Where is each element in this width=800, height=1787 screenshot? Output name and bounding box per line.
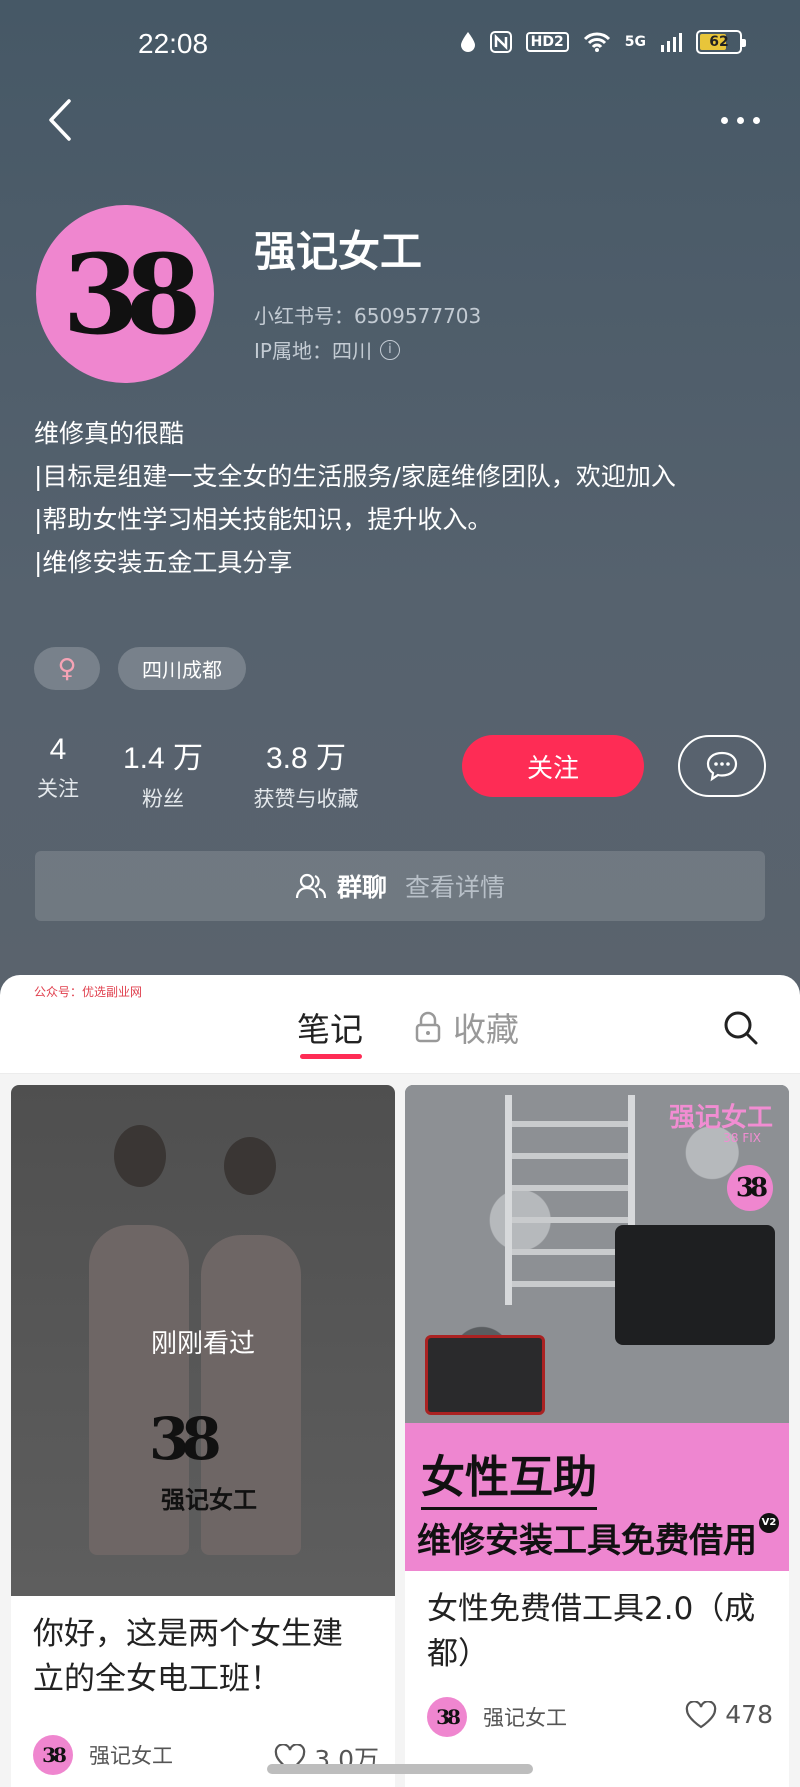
- version-badge: V2: [759, 1513, 779, 1533]
- stat-label: 关注: [37, 777, 79, 801]
- cover-banner: 女性互助 维修安装工具免费借用 V2: [405, 1423, 789, 1571]
- tab-notes[interactable]: 笔记: [297, 1003, 363, 1051]
- status-time: 22:08: [138, 28, 209, 59]
- tab-favorites-label: 收藏: [453, 1010, 519, 1049]
- ip-location: IP属地：四川 i: [254, 335, 400, 364]
- chat-bubble-icon: [706, 751, 738, 782]
- nfc-icon: [489, 31, 512, 53]
- note-card[interactable]: 强记女工 38 FIX 38 女性互助 维修安装工具免费借用 V2 女性免费借工具…: [405, 1085, 789, 1787]
- banner-subheadline-text: 维修安装工具免费借用: [417, 1521, 757, 1561]
- search-icon: [724, 1011, 758, 1045]
- cover-logo: 38: [149, 1405, 222, 1473]
- wifi-icon: [583, 32, 610, 52]
- search-button[interactable]: [718, 1005, 764, 1051]
- battery-level: 62: [709, 34, 729, 50]
- stat-value: 1.4 万: [122, 742, 204, 775]
- cover-brand-subtext: 38 FIX: [723, 1131, 761, 1145]
- dot-icon: [752, 116, 760, 124]
- bio-line: |帮助女性学习相关技能知识，提升收入。: [34, 505, 493, 534]
- group-chat-detail-link[interactable]: 查看详情: [405, 868, 505, 904]
- cover-logo-text: 强记女工: [161, 1486, 257, 1514]
- message-button[interactable]: [678, 735, 766, 797]
- group-chat-label: 群聊: [336, 873, 387, 902]
- note-likes[interactable]: 478: [685, 1700, 773, 1729]
- author-name: 强记女工: [89, 1744, 173, 1768]
- profile-name: 强记女工: [254, 227, 423, 276]
- group-users-icon: [295, 873, 327, 899]
- note-title[interactable]: 你好，这是两个女生建立的全女电工班！: [33, 1612, 373, 1702]
- stat-followers[interactable]: 1.4 万 粉丝: [117, 733, 209, 813]
- dot-icon: [736, 116, 744, 124]
- stat-label: 获赞与收藏: [253, 787, 359, 811]
- status-bar: 22:08 HD2 5G 62: [0, 0, 800, 90]
- note-card[interactable]: 38 强记女工 刚刚看过 你好，这是两个女生建立的全女电工班！ 38 强记女工 …: [11, 1085, 395, 1787]
- info-icon[interactable]: i: [379, 339, 400, 360]
- note-cover-image[interactable]: 38 强记女工 刚刚看过: [11, 1085, 395, 1596]
- ip-location-text: IP属地：四川: [254, 339, 372, 363]
- stat-label: 粉丝: [142, 787, 184, 811]
- note-author[interactable]: 38 强记女工: [427, 1697, 567, 1737]
- stat-following[interactable]: 4 关注: [34, 733, 82, 803]
- banner-subheadline: 维修安装工具免费借用 V2: [417, 1513, 779, 1562]
- tab-favorites[interactable]: 收藏: [415, 1003, 519, 1051]
- stat-value: 4: [49, 733, 67, 766]
- bio-line: |目标是组建一支全女的生活服务/家庭维修团队，欢迎加入: [34, 462, 676, 491]
- profile-avatar[interactable]: 38: [36, 205, 214, 383]
- note-author[interactable]: 38 强记女工: [33, 1735, 173, 1775]
- more-options-button[interactable]: [700, 90, 780, 150]
- dot-icon: [720, 116, 728, 124]
- active-tab-indicator: [300, 1054, 362, 1059]
- chevron-left-icon: [49, 99, 71, 141]
- status-icons: HD2 5G 62: [460, 30, 746, 54]
- author-avatar: 38: [33, 1735, 73, 1775]
- profile-bio: 维修真的很酷 |目标是组建一支全女的生活服务/家庭维修团队，欢迎加入 |帮助女性…: [34, 412, 774, 584]
- stat-value: 3.8 万: [265, 742, 347, 775]
- red-id: 小红书号：6509577703: [254, 304, 482, 328]
- bio-line: |维修安装五金工具分享: [34, 548, 293, 577]
- network-type: 5G: [624, 34, 646, 50]
- signal-icon: [661, 33, 682, 52]
- content-tabs: 笔记 收藏: [0, 995, 800, 1075]
- stat-likes-favorites[interactable]: 3.8 万 获赞与收藏: [244, 733, 368, 813]
- banner-headline: 女性互助: [421, 1441, 597, 1510]
- drop-icon: [460, 32, 475, 52]
- gender-tag: ♀: [34, 647, 100, 690]
- note-cover-image[interactable]: 强记女工 38 FIX 38 女性互助 维修安装工具免费借用 V2: [405, 1085, 789, 1571]
- location-tag[interactable]: 四川成都: [118, 647, 246, 690]
- heart-icon: [686, 1700, 717, 1728]
- cover-badge: 38: [727, 1165, 773, 1211]
- note-title[interactable]: 女性免费借工具2.0（成都）: [427, 1587, 767, 1677]
- female-icon: ♀: [57, 653, 77, 684]
- hd-voice-badge: HD2: [525, 32, 569, 52]
- battery-icon: 62: [696, 30, 746, 54]
- follow-button[interactable]: 关注: [462, 735, 644, 797]
- likes-count: 478: [725, 1700, 773, 1729]
- bio-line: 维修真的很酷: [34, 419, 185, 448]
- author-avatar: 38: [427, 1697, 467, 1737]
- home-indicator[interactable]: [267, 1764, 533, 1774]
- back-button[interactable]: [30, 90, 90, 150]
- lock-icon: [415, 1011, 441, 1043]
- cover-brand-text: 强记女工: [668, 1103, 773, 1133]
- recently-viewed-label: 刚刚看过: [150, 1329, 255, 1359]
- group-chat-bar[interactable]: 群聊 查看详情: [35, 851, 765, 921]
- author-name: 强记女工: [483, 1706, 567, 1730]
